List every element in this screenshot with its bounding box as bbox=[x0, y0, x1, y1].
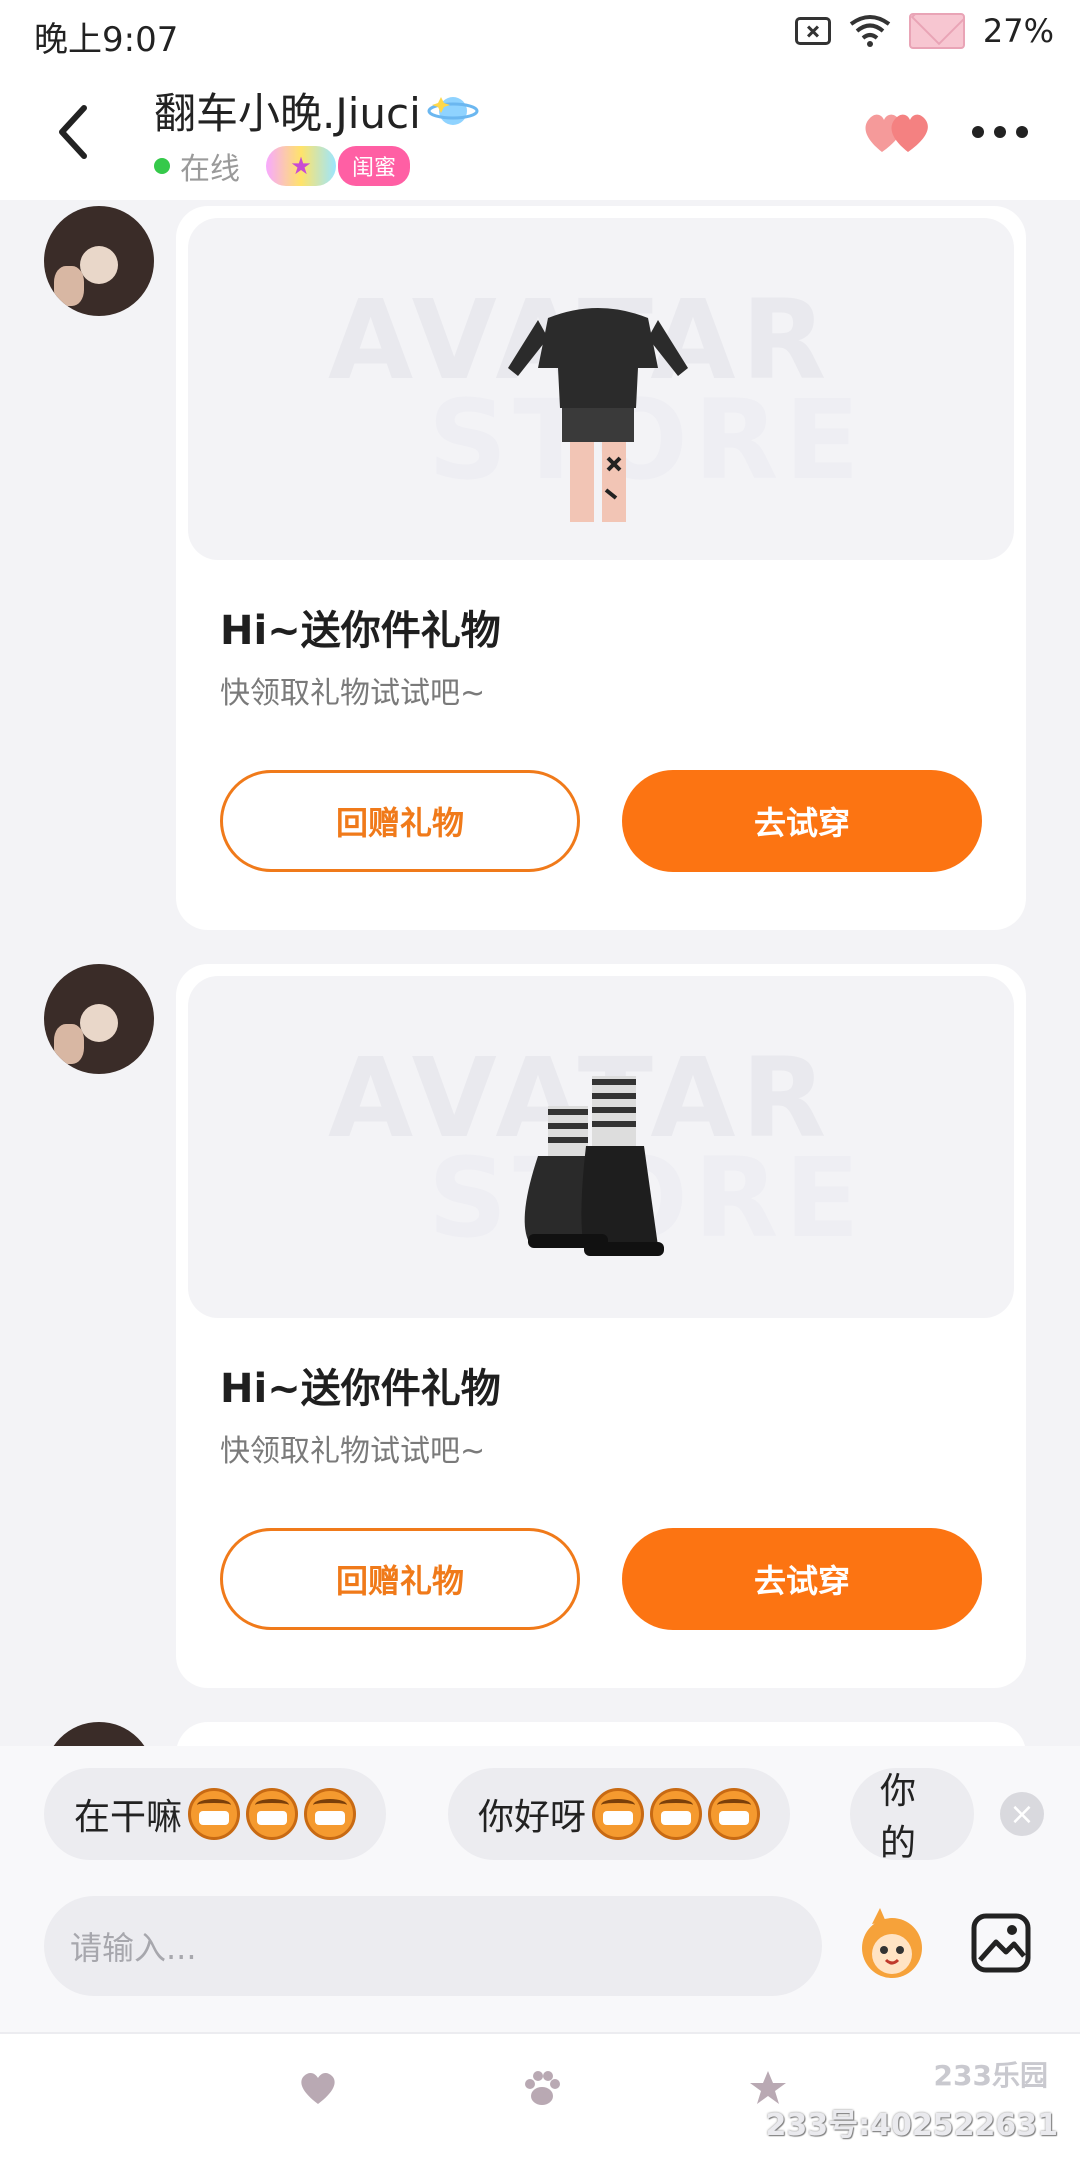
grin-emoji-icon bbox=[188, 1788, 241, 1840]
app-logo: 233乐园 bbox=[933, 2059, 1048, 2092]
gift-title: Hi~送你件礼物 bbox=[220, 1366, 501, 1412]
quick-reply-row: 在干嘛 你好呀 你的 bbox=[44, 1768, 974, 1864]
wifi-icon bbox=[849, 15, 891, 47]
quick-reply-chip[interactable]: 你的 bbox=[850, 1768, 974, 1864]
wave-emoji-icon bbox=[708, 1788, 761, 1840]
chat-input-area: 在干嘛 你好呀 你的 × 请输入... 233乐园 233号:402522631 bbox=[0, 1746, 1080, 2160]
chat-header: 翻车小晚.Jiuci 在线 ★ 闺蜜 bbox=[0, 68, 1080, 200]
emoji-mascot-icon[interactable] bbox=[852, 1904, 932, 1984]
battery-level: 27% bbox=[982, 12, 1054, 50]
gift-image: AVATAR STORE bbox=[188, 976, 1014, 1318]
paw-icon[interactable] bbox=[522, 2068, 562, 2108]
heart-icon[interactable] bbox=[298, 2068, 338, 2108]
gift-back-button[interactable]: 回赠礼物 bbox=[220, 1528, 580, 1630]
contact-status-row: 在线 ★ 闺蜜 bbox=[154, 144, 411, 188]
no-sim-icon bbox=[794, 17, 831, 45]
relation-badge: 闺蜜 bbox=[338, 146, 411, 186]
contact-name-row: 翻车小晚.Jiuci bbox=[154, 80, 479, 141]
gift-card: AVATAR STORE Hi~送你件礼物 快领取礼物试试吧~ 回赠礼物 去试穿 bbox=[176, 206, 1026, 930]
gift-subtitle: 快领取礼物试试吧~ bbox=[220, 676, 486, 711]
gift-back-button[interactable]: 回赠礼物 bbox=[220, 770, 580, 872]
quick-reply-text: 在干嘛 bbox=[74, 1797, 183, 1838]
contact-name: 翻车小晚.Jiuci bbox=[154, 89, 421, 138]
grin-emoji-icon bbox=[304, 1788, 357, 1840]
quick-reply-chip[interactable]: 在干嘛 bbox=[44, 1768, 387, 1860]
back-arrow-icon[interactable] bbox=[50, 102, 100, 162]
online-status: 在线 bbox=[180, 152, 240, 187]
gift-card: AVATAR STORE Hi~送你件礼物 快领取礼物试试吧~ 回赠礼物 去试穿 bbox=[176, 964, 1026, 1688]
online-dot-icon bbox=[154, 158, 170, 174]
quick-reply-text: 你的 bbox=[880, 1771, 917, 1864]
outfit-dress-icon bbox=[508, 308, 688, 522]
status-bar: 晚上9:07 27% bbox=[0, 0, 1080, 68]
intimacy-hearts-icon[interactable] bbox=[862, 106, 930, 158]
gift-title: Hi~送你件礼物 bbox=[220, 608, 501, 654]
image-picker-icon[interactable] bbox=[970, 1912, 1032, 1974]
status-icons: 27% bbox=[794, 12, 1054, 50]
bottom-tab-bar: 233乐园 233号:402522631 bbox=[0, 2032, 1080, 2160]
mail-icon bbox=[908, 13, 965, 49]
sparkle-planet-icon bbox=[427, 96, 479, 125]
status-time: 晚上9:07 bbox=[34, 20, 179, 60]
gift-image: AVATAR STORE bbox=[188, 218, 1014, 560]
grin-emoji-icon bbox=[246, 1788, 299, 1840]
gift-subtitle: 快领取礼物试试吧~ bbox=[220, 1434, 486, 1469]
more-options-icon[interactable] bbox=[972, 126, 1028, 138]
close-quick-replies-icon[interactable]: × bbox=[1000, 1792, 1044, 1836]
wave-emoji-icon bbox=[592, 1788, 645, 1840]
message-input[interactable]: 请输入... bbox=[44, 1896, 822, 1996]
quick-reply-chip[interactable]: 你好呀 bbox=[448, 1768, 791, 1860]
account-id-watermark: 233号:402522631 bbox=[765, 2108, 1059, 2143]
quick-reply-text: 你好呀 bbox=[478, 1797, 587, 1838]
try-on-button[interactable]: 去试穿 bbox=[622, 1528, 982, 1630]
sender-avatar[interactable] bbox=[44, 964, 154, 1074]
wave-emoji-icon bbox=[650, 1788, 703, 1840]
try-on-button[interactable]: 去试穿 bbox=[622, 770, 982, 872]
friendship-star-icon: ★ bbox=[266, 146, 336, 186]
boots-icon bbox=[524, 1076, 664, 1256]
sender-avatar[interactable] bbox=[44, 206, 154, 316]
